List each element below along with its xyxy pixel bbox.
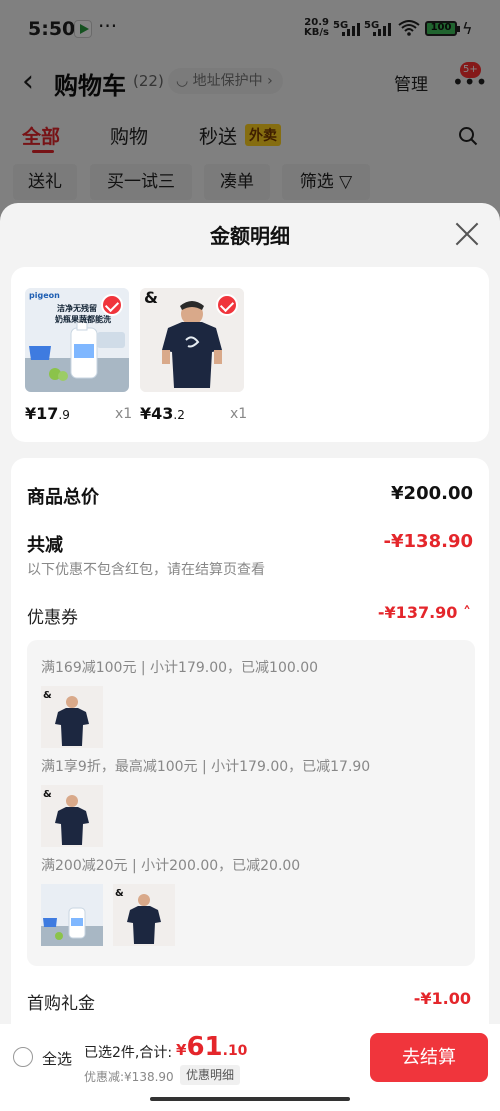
pigeon-caption-2: 奶瓶果蔬都能洗 xyxy=(55,315,111,324)
coupon-product-thumb xyxy=(41,884,103,946)
product-qty: x1 xyxy=(115,406,133,422)
sheet-title: 金额明细 xyxy=(210,224,290,248)
total-dec: .10 xyxy=(222,1043,248,1059)
first-purchase-gift-label: 首购礼金 xyxy=(27,994,95,1014)
checked-icon[interactable] xyxy=(101,294,123,316)
coupon-toggle[interactable]: -¥137.90 ˄ xyxy=(378,603,471,622)
checkout-button[interactable]: 去结算 xyxy=(370,1033,488,1082)
discount-detail-button[interactable]: 优惠明细 xyxy=(180,1065,241,1085)
coupon-rule: 满169减100元 | 小计179.00，已减100.00 xyxy=(41,660,319,676)
total-int: 61 xyxy=(186,1032,223,1062)
product-image-pigeon[interactable]: pigeon 洁净无残留 奶瓶果蔬都能洗 xyxy=(25,288,129,392)
discount-text: 优惠减:¥138.90 xyxy=(84,1070,174,1084)
tshirt-thumb-picture: & xyxy=(41,686,103,748)
product-price-dec: .9 xyxy=(58,408,70,422)
amount-detail-sheet: 金额明细 pigeon 洁净无残留 奶瓶果蔬都能洗 & ¥17.9 x1 ¥43… xyxy=(0,203,500,1111)
coupon-product-thumb: & xyxy=(41,686,103,748)
selected-products-card: pigeon 洁净无残留 奶瓶果蔬都能洗 & ¥17.9 x1 ¥43.2 x1 xyxy=(11,267,489,442)
selected-count-text: 已选2件,合计: xyxy=(84,1045,173,1061)
first-purchase-gift-value: -¥1.00 xyxy=(413,989,471,1008)
product-price-dec: .2 xyxy=(173,408,185,422)
brand-ampersand-logo: & xyxy=(144,288,158,307)
product-price: ¥43.2 xyxy=(140,404,185,423)
product-image-tshirt[interactable]: & xyxy=(140,288,244,392)
svg-text:&: & xyxy=(43,690,52,701)
close-icon[interactable] xyxy=(454,221,480,247)
product-price-int: ¥17 xyxy=(25,404,59,423)
chevron-up-icon: ˄ xyxy=(457,603,471,622)
tshirt-thumb-picture: & xyxy=(113,884,175,946)
svg-text:&: & xyxy=(43,789,52,800)
product-price: ¥17.9 xyxy=(25,404,70,423)
total-currency: ¥ xyxy=(176,1041,187,1059)
price-breakdown-card: 商品总价 ¥200.00 共减 -¥138.90 以下优惠不包含红包，请在结算页… xyxy=(11,458,489,1111)
coupon-label: 优惠券 xyxy=(27,608,78,628)
reduction-note: 以下优惠不包含红包，请在结算页查看 xyxy=(27,562,265,578)
coupon-detail-box: 满169减100元 | 小计179.00，已减100.00 & 满1享9折，最高… xyxy=(27,640,475,966)
total-reduction-label: 共减 xyxy=(27,535,63,556)
coupon-value: -¥137.90 xyxy=(377,603,458,622)
pigeon-brand-label: pigeon xyxy=(29,291,60,300)
select-all-label[interactable]: 全选 xyxy=(42,1048,72,1069)
checked-icon[interactable] xyxy=(216,294,238,316)
pigeon-thumb-picture xyxy=(41,884,103,946)
select-all-radio[interactable] xyxy=(13,1047,33,1067)
total-reduction-value: -¥138.90 xyxy=(383,531,473,552)
product-qty: x1 xyxy=(230,406,248,422)
tshirt-thumb-picture: & xyxy=(41,785,103,847)
coupon-product-thumb: & xyxy=(113,884,175,946)
subtotal-label: 商品总价 xyxy=(27,487,99,508)
pigeon-caption-1: 洁净无残留 xyxy=(57,304,97,313)
coupon-rule: 满1享9折，最高减100元 | 小计179.00，已减17.90 xyxy=(41,759,371,775)
subtotal-value: ¥200.00 xyxy=(391,483,473,504)
svg-text:&: & xyxy=(115,888,124,899)
total-price: ¥61.10 xyxy=(176,1032,247,1062)
coupon-product-thumb: & xyxy=(41,785,103,847)
home-indicator[interactable] xyxy=(150,1097,350,1101)
product-price-int: ¥43 xyxy=(140,404,174,423)
coupon-rule: 满200减20元 | 小计200.00，已减20.00 xyxy=(41,858,301,874)
